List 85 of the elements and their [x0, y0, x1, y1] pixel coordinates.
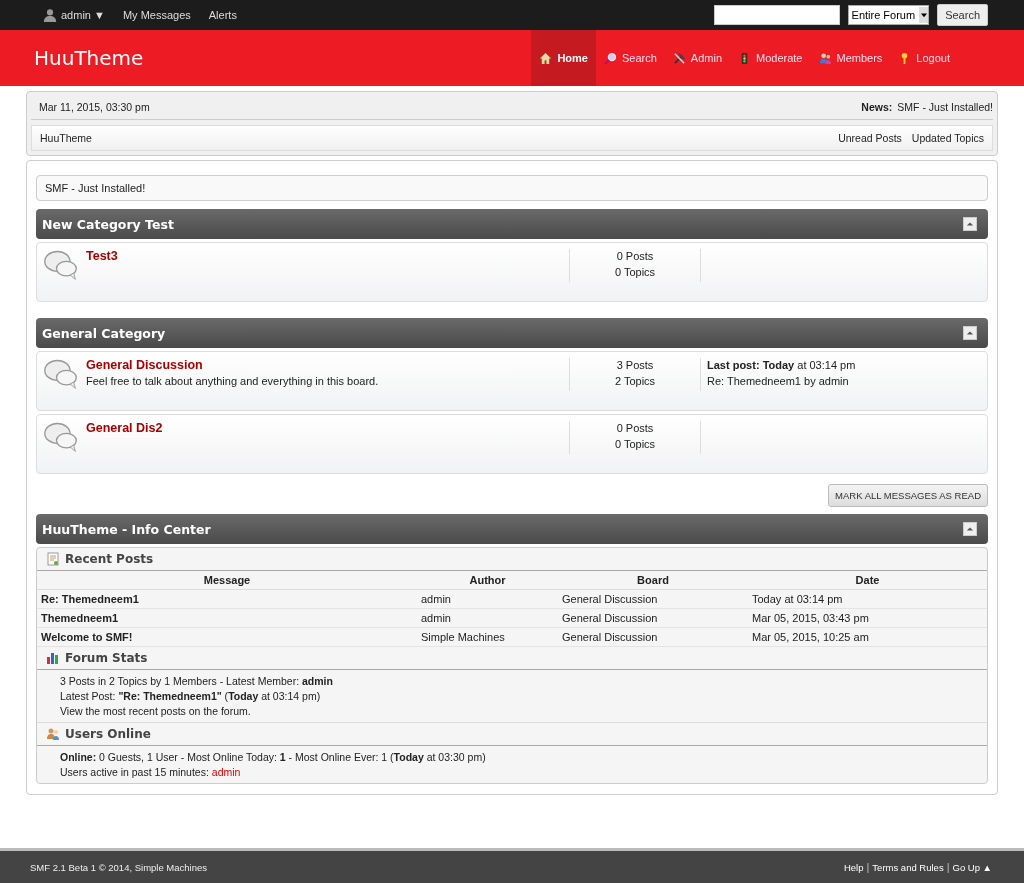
quick-link[interactable]: Updated Topics	[911, 132, 984, 144]
section-title: Users Online	[65, 727, 151, 741]
info-center-title: HuuTheme - Info Center	[42, 521, 211, 537]
table-cell: Mar 05, 2015, 03:43 pm	[748, 609, 987, 628]
last-post-info: Last post: Today at 03:14 pm	[707, 359, 857, 371]
topic-count: 0 Topics	[614, 266, 656, 278]
stats-line: 3 Posts in 2 Topics by 1 Members - Latest Member: admin	[60, 675, 334, 687]
footer-link[interactable]: Go Up ▲	[950, 861, 994, 873]
user-link[interactable]: admin	[211, 766, 241, 778]
table-cell[interactable]: Welcome to SMF!	[37, 628, 417, 647]
magnifier-icon	[603, 51, 617, 65]
table-cell: admin	[417, 590, 558, 609]
scope-dropdown[interactable]: Entire Forum	[847, 5, 930, 25]
board-link[interactable]: General Discussion	[86, 358, 569, 372]
quick-link[interactable]: Unread Posts	[838, 132, 902, 144]
user-menu[interactable]: admin ▼	[61, 9, 105, 21]
footer-link[interactable]: Help	[841, 861, 866, 873]
board-link[interactable]: Test3	[86, 249, 569, 263]
document-icon	[46, 552, 60, 566]
people-icon	[818, 51, 832, 65]
collapse-button[interactable]	[963, 522, 977, 536]
topic-count: 0 Topics	[614, 438, 656, 450]
news-label: News:	[861, 101, 893, 113]
speech-bubbles-icon	[43, 421, 79, 453]
up-arrow-icon	[966, 329, 974, 337]
column-header: Board	[558, 571, 748, 590]
column-header: Date	[748, 571, 987, 590]
speech-bubbles-icon	[43, 358, 79, 390]
top-link[interactable]: My Messages	[122, 9, 191, 21]
bar-chart-icon	[46, 651, 60, 665]
post-count: 0 Posts	[616, 422, 654, 434]
active-users-label: Users active in past 15 minutes:	[60, 766, 209, 778]
site-title: HuuTheme	[34, 46, 144, 70]
search-button[interactable]: Search	[937, 4, 988, 26]
nav-tab[interactable]: Home	[531, 30, 596, 86]
up-arrow-icon	[966, 525, 974, 533]
user-icon	[43, 8, 57, 22]
stats-line: Latest Post: "Re: Themedneem1" (Today at 03:14 pm)	[60, 690, 322, 702]
section-title: Forum Stats	[65, 651, 148, 665]
collapse-button[interactable]	[963, 326, 977, 340]
speech-bubbles-icon	[43, 249, 79, 281]
house-icon	[539, 51, 553, 65]
mark-read-button[interactable]: MARK ALL MESSAGES AS READ	[828, 484, 988, 507]
nav-tab[interactable]: Members	[810, 30, 891, 86]
column-header: Message	[37, 571, 417, 590]
table-cell: General Discussion	[558, 590, 748, 609]
news-text: SMF - Just Installed!	[897, 101, 993, 113]
footer-separator: |	[945, 861, 951, 873]
table-cell: General Discussion	[558, 609, 748, 628]
table-cell: Today at 03:14 pm	[748, 590, 987, 609]
topic-count: 2 Topics	[614, 375, 656, 387]
post-count: 3 Posts	[616, 359, 654, 371]
post-count: 0 Posts	[616, 250, 654, 262]
top-link[interactable]: Alerts	[208, 9, 237, 21]
collapse-button[interactable]	[963, 217, 977, 231]
nav-tab[interactable]: Logout	[890, 30, 958, 86]
board-description: Feel free to talk about anything and everything in this board.	[86, 375, 380, 387]
up-arrow-icon	[966, 220, 974, 228]
stats-line: View the most recent posts on the forum.	[60, 705, 252, 717]
category-title: General Category	[42, 325, 166, 341]
table-cell[interactable]: Themedneem1	[37, 609, 417, 628]
table-cell[interactable]: Re: Themedneem1	[37, 590, 417, 609]
table-cell: admin	[417, 609, 558, 628]
last-post-topic: Re: Themedneem1 by admin	[707, 375, 850, 387]
nav-tab[interactable]: Search	[595, 30, 665, 86]
people-icon	[46, 727, 60, 741]
copyright-text: SMF 2.1 Beta 1 © 2014, Simple Machines	[30, 861, 208, 873]
column-header: Author	[417, 571, 558, 590]
footer-separator: |	[865, 861, 871, 873]
footer-link[interactable]: Terms and Rules	[870, 861, 946, 873]
news-notice: SMF - Just Installed!	[36, 175, 988, 201]
search-field[interactable]	[713, 5, 840, 25]
current-date: Mar 11, 2015, 03:30 pm	[39, 101, 150, 113]
table-cell: Simple Machines	[417, 628, 558, 647]
caret-icon	[920, 12, 927, 18]
nav-tab[interactable]: Moderate	[730, 30, 811, 86]
category-title: New Category Test	[42, 216, 174, 232]
board-link[interactable]: General Dis2	[86, 421, 569, 435]
table-cell: Mar 05, 2015, 10:25 am	[748, 628, 987, 647]
breadcrumb-link[interactable]: HuuTheme	[40, 132, 92, 144]
nav-tab[interactable]: Admin	[664, 30, 730, 86]
section-title: Recent Posts	[65, 552, 154, 566]
table-cell: General Discussion	[558, 628, 748, 647]
online-line: Online: 0 Guests, 1 User - Most Online Today: 1 - Most Online Ever: 1 (Today at 03:30 pm)	[60, 751, 487, 763]
hammer-icon	[672, 51, 686, 65]
